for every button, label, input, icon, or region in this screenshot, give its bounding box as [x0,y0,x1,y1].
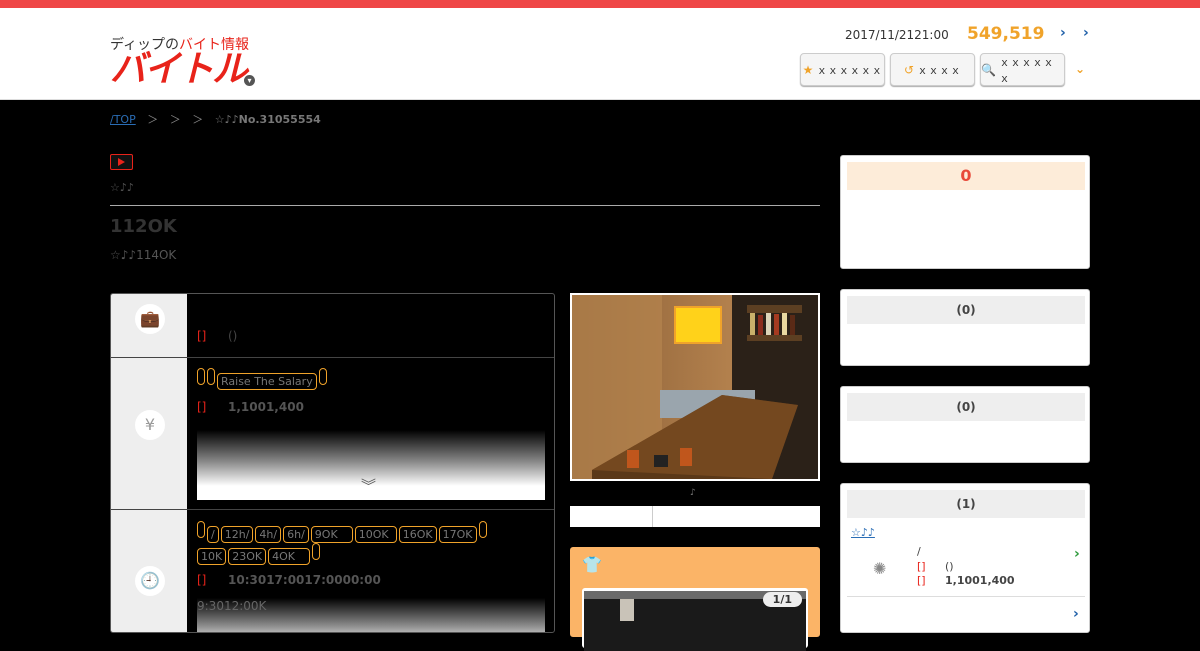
uniform-photo-frame: 1/1 [582,588,808,651]
briefcase-icon: 💼 [135,304,165,334]
hours-tag [478,521,487,538]
divider [847,596,1085,597]
search-icon: 🔍 [981,62,996,77]
salary-value: 1,1001,400 [228,400,304,414]
favorites-button-label: ｘｘｘｘｘｘ [816,63,883,77]
hours-tag: 10OK [354,526,397,543]
row-sidebar: 🕘 [111,510,187,632]
recommended-salary: 1,1001,400 [945,574,1015,587]
saved-search-button-label: ｘｘｘｘｘｘ [998,55,1054,85]
more-link-chevron-icon[interactable]: › [1073,606,1079,622]
chevron-right-icon[interactable]: › [1083,25,1089,41]
recommended-label-bracket: [] [917,560,926,573]
job-summary-card: 💼 [] () ¥ Raise The Salary [] 1,1001,400… [110,293,555,633]
application-count-panel: 0 [840,155,1090,269]
uniform-card: 👕 1/1 [570,547,820,651]
chevron-right-icon[interactable]: › [1060,25,1066,41]
panel-header: (0) [847,296,1085,324]
hours-row: 🕘 /12h/4h/6h/9OK 10OK 16OK 17OK 10K 23OK 4OK … [111,510,554,632]
salary-tag-raise: Raise The Salary [217,373,317,390]
hours-tags: /12h/4h/6h/9OK 10OK 16OK 17OK [197,521,547,543]
chevron-right-icon[interactable]: › [1074,546,1080,562]
job-count: 549,519 [967,24,1045,44]
hours-tag: 17OK [438,526,477,543]
recommended-panel: (1) ☆♪♪ ✺ / [] () [] 1,1001,400 › › [840,483,1090,633]
breadcrumb-separator: ＞ [147,113,159,126]
salary-tag [207,368,215,385]
top-accent-bar [0,0,1200,8]
row-label-bracket: [] [197,329,207,343]
hours-tag: 4h/ [255,526,282,543]
expand-chevron-icon[interactable]: ︾ [361,475,376,496]
photo-pager: 1/1 [762,592,802,607]
hours-tag [197,521,205,538]
recommended-label-bracket: [] [917,574,926,587]
hours-tag: 4OK [268,548,311,565]
occupation-row: 💼 [] () [111,294,554,358]
row-sidebar: ¥ [111,358,187,509]
breadcrumb-separator: ＞ [192,113,204,126]
chevron-down-icon[interactable]: ⌄ [1075,62,1085,76]
hours-tag: / [207,526,219,543]
recommended-line: / [917,545,921,558]
hours-faded-text: 9:3012:00K [197,599,267,613]
salary-tag [318,368,327,385]
site-header: ディップのバイト情報 バイトル ▾ 2017/11/2121:00 549,51… [0,8,1200,100]
panel-header: 0 [847,162,1085,190]
site-logo[interactable]: バイトル [110,50,248,90]
loading-spinner-icon: ✺ [873,559,887,578]
job-title: 112OK [110,216,177,237]
hours-value: 10:3017:0017:0000:00 [228,573,381,587]
history-button-label: ｘｘｘｘ [917,63,962,77]
breadcrumb: /TOP ＞ ＞ ＞ ☆♪♪No.31055554 [110,111,321,127]
hours-tag [312,543,321,560]
job-subtitle: ☆♪♪114OK [110,248,177,262]
history-button[interactable]: ↺ ｘｘｘｘ [890,53,975,86]
hours-tag: 12h/ [220,526,254,543]
hours-tag: 9OK [310,526,353,543]
recommended-job-link[interactable]: ☆♪♪ [851,526,875,539]
thumbnail-divider [652,506,653,527]
yen-icon: ¥ [135,410,165,440]
update-timestamp: 2017/11/2121:00 [845,28,949,42]
salary-tags: Raise The Salary [197,368,329,390]
recommended-occupation: () [945,560,954,573]
breadcrumb-current: ☆♪♪No.31055554 [214,113,321,126]
similar-panel: (0) [840,386,1090,463]
photo-thumbnails [570,506,820,527]
video-icon[interactable] [110,154,133,170]
row-label-bracket: [] [197,400,207,414]
restaurant-photo [572,295,818,479]
salary-tag [197,368,205,385]
breadcrumb-separator: ＞ [169,113,181,126]
divider [110,205,820,206]
row-label-bracket: [] [197,573,207,587]
saved-search-button[interactable]: 🔍 ｘｘｘｘｘｘ [980,53,1065,86]
clock-icon: 🕘 [135,566,165,596]
history-icon: ↺ [903,62,915,77]
favorites-button[interactable]: ★ ｘｘｘｘｘｘ [800,53,885,86]
occupation-value: () [228,329,238,343]
breadcrumb-top-link[interactable]: /TOP [110,113,136,126]
hours-tag: 10K [197,548,227,565]
star-icon: ★ [802,62,814,77]
row-sidebar: 💼 [111,294,187,357]
hours-tag: 6h/ [283,526,309,543]
panel-header: (0) [847,393,1085,421]
photo-caption: ♪ [690,488,696,498]
job-catch-copy: ☆♪♪ [110,181,134,194]
salary-row: ¥ Raise The Salary [] 1,1001,400 ︾ [111,358,554,510]
hours-tag: 23OK [228,548,267,565]
hours-tag: 16OK [398,526,437,543]
panel-header: (1) [847,490,1085,518]
nearby-panel: (0) [840,289,1090,366]
logo-chevron-icon[interactable]: ▾ [244,75,255,86]
hours-tags-2: 10K 23OK 4OK [197,543,547,565]
job-photo[interactable] [570,293,820,481]
shirt-icon: 👕 [582,555,602,574]
